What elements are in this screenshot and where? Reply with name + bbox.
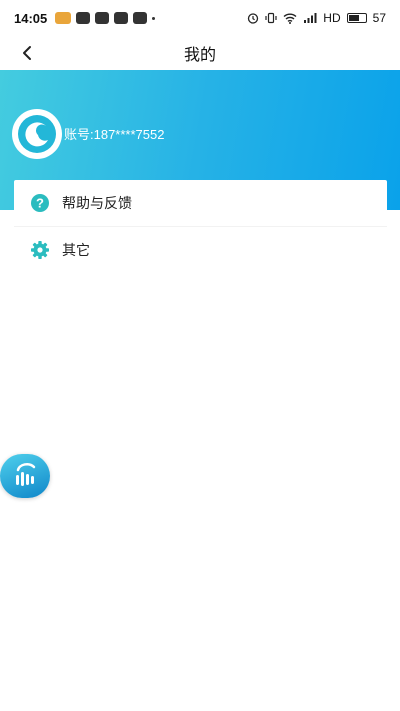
status-bar: 14:05 HD 57 xyxy=(0,0,400,36)
help-circle-icon: ? xyxy=(30,193,50,213)
notification-icons xyxy=(55,12,156,24)
back-button[interactable] xyxy=(14,40,40,66)
battery-icon xyxy=(346,13,367,23)
menu-item-label: 其它 xyxy=(62,241,90,258)
alarm-icon xyxy=(248,13,259,24)
battery-fill xyxy=(348,15,359,21)
battery-percent: 57 xyxy=(372,11,386,25)
page-title: 我的 xyxy=(183,47,216,64)
app-logo-icon xyxy=(18,115,56,153)
avatar[interactable] xyxy=(12,109,62,159)
voice-assistant-button[interactable] xyxy=(0,454,50,498)
gear-icon xyxy=(30,240,50,260)
jd-notification-icon xyxy=(114,12,129,24)
app2-notification-icon xyxy=(133,12,148,24)
network-type: HD xyxy=(323,11,341,25)
status-time: 14:05 xyxy=(14,10,48,26)
account-number: 账号:187****7552 xyxy=(64,127,165,142)
status-right: HD 57 xyxy=(247,11,386,25)
app-notification-icon xyxy=(95,12,110,24)
signal-icon xyxy=(304,13,317,23)
svg-text:?: ? xyxy=(36,196,44,211)
wifi-icon xyxy=(283,13,297,24)
menu-item-label: 帮助与反馈 xyxy=(62,195,132,211)
chat-notification-icon xyxy=(76,12,91,24)
mic-notification-icon xyxy=(55,12,72,24)
chevron-left-icon xyxy=(23,46,31,60)
menu-item-help-feedback[interactable]: ? 帮助与反馈 xyxy=(14,180,387,226)
menu-item-other[interactable]: 其它 xyxy=(14,226,387,272)
voice-wave-icon xyxy=(16,463,36,486)
title-bar: 我的 xyxy=(0,36,400,70)
menu-card: ? 帮助与反馈 其它 xyxy=(14,180,387,272)
more-dot-icon xyxy=(152,16,156,20)
vibrate-icon xyxy=(265,12,277,24)
